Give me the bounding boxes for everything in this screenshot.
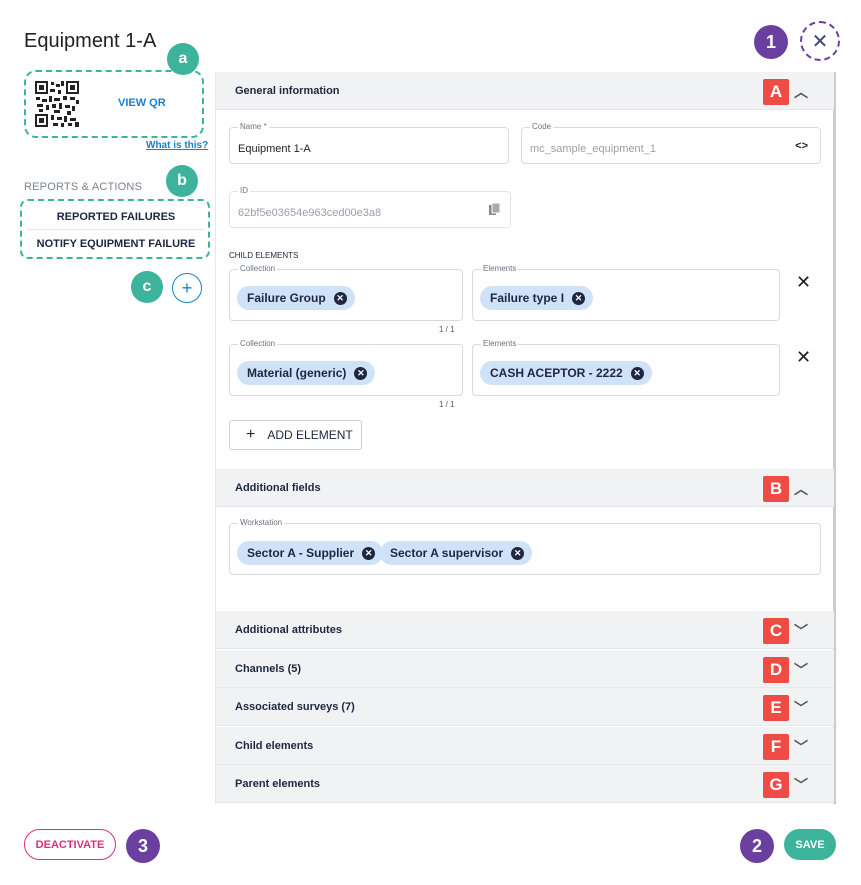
section-marker-c: C — [763, 618, 789, 644]
workstation-field[interactable]: Workstation Sector A - Supplier ✕ Sector… — [229, 518, 821, 575]
add-action-button[interactable]: + — [172, 273, 202, 303]
chevron-down-icon[interactable]: ﹀ — [794, 660, 808, 680]
chevron-down-icon[interactable]: ﹀ — [794, 737, 808, 757]
view-qr-link[interactable]: VIEW QR — [118, 97, 166, 109]
section-parent-elements[interactable]: Parent elements G ﹀ — [216, 765, 834, 803]
section-marker-b: B — [763, 476, 789, 502]
collection-label: Collection — [238, 339, 278, 348]
workstation-chip[interactable]: Sector A supervisor ✕ — [380, 541, 533, 565]
name-value[interactable]: Equipment 1-A — [238, 143, 311, 155]
code-label: Code — [530, 122, 554, 131]
chip-remove-icon[interactable]: ✕ — [362, 546, 376, 560]
section-title: General information — [235, 84, 340, 97]
elements-field[interactable]: Elements CASH ACEPTOR - 2222 ✕ — [472, 339, 780, 396]
section-additional-attributes[interactable]: Additional attributes C ﹀ — [216, 611, 834, 649]
collection-count: 1 / 1 — [439, 400, 455, 409]
id-label: ID — [238, 186, 250, 195]
collection-field[interactable]: Collection Failure Group ✕ — [229, 264, 463, 321]
child-elements-label: CHILD ELEMENTS — [229, 251, 299, 260]
chip-remove-icon[interactable]: ✕ — [511, 546, 525, 560]
qr-code-image — [34, 80, 80, 128]
section-general-information[interactable]: General information A ︿ — [216, 72, 834, 110]
chevron-down-icon[interactable]: ﹀ — [794, 621, 808, 641]
chevron-down-icon[interactable]: ﹀ — [794, 775, 808, 795]
name-label: Name * — [238, 122, 269, 131]
section-marker-a: A — [763, 79, 789, 105]
plus-icon: + — [246, 426, 256, 443]
section-marker-d: D — [763, 657, 789, 683]
what-is-this-link[interactable]: What is this? — [146, 140, 208, 151]
chip-label: Failure type I — [490, 291, 565, 305]
section-title: Associated surveys (7) — [235, 700, 355, 713]
save-button[interactable]: SAVE — [784, 829, 836, 860]
collection-chip[interactable]: Failure Group ✕ — [237, 286, 355, 310]
chevron-down-icon[interactable]: ﹀ — [794, 698, 808, 718]
annotation-badge-1: 1 — [754, 25, 788, 59]
qr-panel[interactable]: VIEW QR — [24, 70, 204, 138]
elements-label: Elements — [481, 339, 519, 348]
chevron-up-icon[interactable]: ︿ — [794, 479, 808, 499]
page-title: Equipment 1-A — [24, 30, 157, 52]
id-value: 62bf5e03654e963ced00e3a8 — [238, 207, 382, 219]
main-panel: General information A ︿ Name * Equipment… — [215, 72, 836, 804]
add-element-label: ADD ELEMENT — [267, 428, 353, 442]
id-field: ID 62bf5e03654e963ced00e3a8 — [229, 186, 511, 228]
close-icon[interactable]: ✕ — [812, 29, 829, 54]
annotation-badge-2: 2 — [740, 829, 774, 863]
close-button[interactable]: ✕ — [800, 21, 840, 61]
section-marker-f: F — [763, 734, 789, 760]
chip-label: Sector A supervisor — [390, 546, 504, 560]
section-marker-g: G — [763, 772, 789, 798]
chip-label: Sector A - Supplier — [247, 546, 355, 560]
chip-label: Material (generic) — [247, 366, 347, 380]
remove-row-icon[interactable]: ✕ — [796, 347, 811, 368]
elements-label: Elements — [481, 264, 519, 273]
chip-remove-icon[interactable]: ✕ — [630, 366, 644, 380]
section-associated-surveys[interactable]: Associated surveys (7) E ﹀ — [216, 688, 834, 726]
section-title: Child elements — [235, 739, 314, 752]
section-additional-fields[interactable]: Additional fields B ︿ — [216, 469, 834, 507]
code-icon[interactable]: <> — [795, 140, 808, 152]
elements-field[interactable]: Elements Failure type I ✕ — [472, 264, 780, 321]
collection-count: 1 / 1 — [439, 325, 455, 334]
section-child-elements[interactable]: Child elements F ﹀ — [216, 727, 834, 765]
code-value: mc_sample_equipment_1 — [530, 143, 656, 155]
section-title: Additional attributes — [235, 623, 342, 636]
annotation-badge-a: a — [167, 43, 199, 75]
remove-row-icon[interactable]: ✕ — [796, 272, 811, 293]
annotation-badge-b: b — [166, 165, 198, 197]
reports-actions-list: REPORTED FAILURES NOTIFY EQUIPMENT FAILU… — [20, 199, 210, 259]
reports-actions-label: REPORTS & ACTIONS — [24, 181, 143, 193]
section-title: Additional fields — [235, 481, 321, 494]
element-chip[interactable]: Failure type I ✕ — [480, 286, 594, 310]
collection-chip[interactable]: Material (generic) ✕ — [237, 361, 376, 385]
annotation-badge-c: c — [131, 271, 163, 303]
section-channels[interactable]: Channels (5) D ﹀ — [216, 650, 834, 688]
section-title: Parent elements — [235, 777, 320, 790]
plus-icon[interactable]: + — [182, 278, 193, 299]
element-chip[interactable]: CASH ACEPTOR - 2222 ✕ — [480, 361, 652, 385]
reported-failures-button[interactable]: REPORTED FAILURES — [28, 204, 204, 230]
collection-field[interactable]: Collection Material (generic) ✕ — [229, 339, 463, 396]
add-element-button[interactable]: + ADD ELEMENT — [229, 420, 362, 450]
chip-remove-icon[interactable]: ✕ — [354, 366, 368, 380]
annotation-badge-3: 3 — [126, 829, 160, 863]
notify-equipment-failure-button[interactable]: NOTIFY EQUIPMENT FAILURE — [28, 231, 204, 257]
deactivate-button[interactable]: DEACTIVATE — [24, 829, 116, 860]
section-title: Channels (5) — [235, 662, 302, 675]
code-field[interactable]: Code mc_sample_equipment_1 <> — [521, 122, 821, 164]
copy-icon[interactable] — [489, 203, 500, 216]
chevron-up-icon[interactable]: ︿ — [794, 82, 808, 102]
chip-label: CASH ACEPTOR - 2222 — [490, 366, 623, 380]
chip-label: Failure Group — [247, 291, 326, 305]
chip-remove-icon[interactable]: ✕ — [333, 291, 347, 305]
name-field[interactable]: Name * Equipment 1-A — [229, 122, 509, 164]
collection-label: Collection — [238, 264, 278, 273]
section-marker-e: E — [763, 695, 789, 721]
chip-remove-icon[interactable]: ✕ — [572, 291, 586, 305]
workstation-chip[interactable]: Sector A - Supplier ✕ — [237, 541, 384, 565]
workstation-label: Workstation — [238, 518, 285, 527]
